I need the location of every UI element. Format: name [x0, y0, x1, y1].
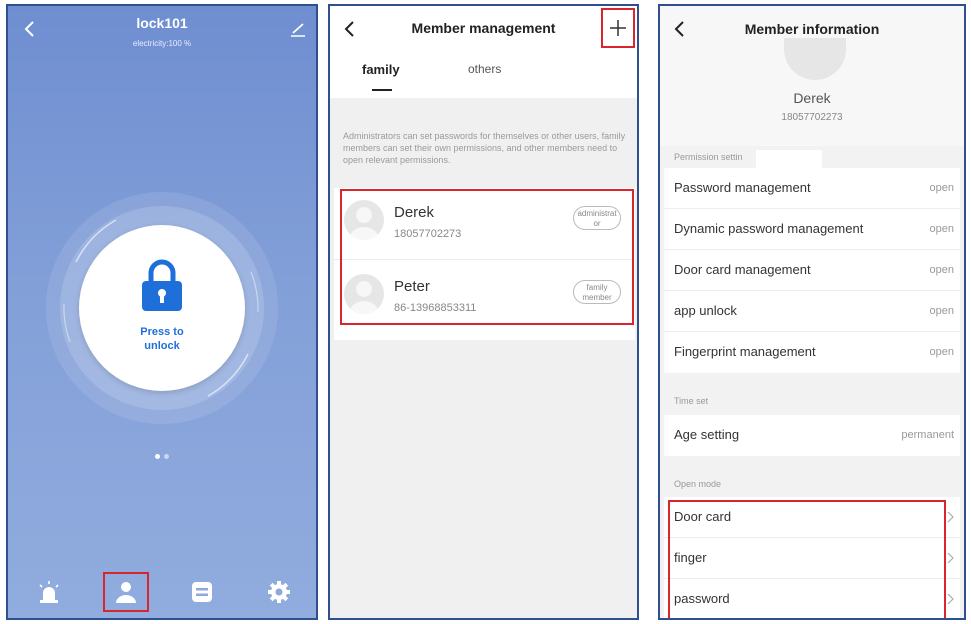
- permission-notice: Administrators can set passwords for the…: [343, 131, 626, 165]
- lock-home-screen: lock101 electricity:100 % Press to unloc…: [6, 4, 318, 620]
- chevron-right-icon: [947, 593, 954, 605]
- member-information-screen: Member information Derek 18057702273 Per…: [658, 4, 966, 620]
- open-mode-highlight-box: [668, 500, 946, 618]
- page-dot: [155, 454, 160, 459]
- row-label: Password management: [674, 180, 811, 195]
- press-to-unlock-label: Press to unlock: [140, 326, 184, 352]
- row-label: app unlock: [674, 303, 737, 318]
- permission-row-fingerprint[interactable]: Fingerprint management open: [664, 332, 960, 373]
- tab-family[interactable]: family: [362, 62, 400, 77]
- header: Member management family others: [330, 6, 637, 98]
- section-time-label: Time set: [674, 396, 709, 406]
- add-member-button[interactable]: [601, 8, 635, 48]
- permission-row-password[interactable]: Password management open: [664, 168, 960, 209]
- member-management-screen: Member management family others Administ…: [328, 4, 639, 620]
- label-overlay: [756, 150, 822, 168]
- page-title: Member information: [744, 21, 880, 37]
- row-label: Dynamic password management: [674, 221, 864, 236]
- row-value: open: [929, 182, 954, 194]
- row-label: Age setting: [674, 427, 740, 442]
- row-label: Door card management: [674, 262, 811, 277]
- records-icon: [192, 582, 212, 602]
- battery-status: electricity:100 %: [132, 39, 192, 48]
- tab-others[interactable]: others: [468, 62, 501, 76]
- chevron-right-icon: [947, 552, 954, 564]
- section-permission-label: Permission settin: [674, 152, 743, 162]
- nav-members[interactable]: [103, 572, 149, 612]
- member-name: Derek: [793, 90, 831, 106]
- bottom-nav: [8, 572, 316, 612]
- nav-alarm[interactable]: [26, 572, 72, 612]
- active-tab-indicator: [372, 89, 392, 91]
- user-icon: [116, 582, 136, 603]
- page-title: Member management: [411, 20, 556, 36]
- press-to-unlock-button[interactable]: Press to unlock: [79, 225, 245, 391]
- lock-icon: [142, 259, 182, 311]
- permission-row-app-unlock[interactable]: app unlock open: [664, 291, 960, 332]
- chevron-right-icon: [947, 511, 954, 523]
- alarm-icon: [39, 581, 59, 603]
- avatar[interactable]: [784, 38, 846, 80]
- lock-title: lock101: [136, 15, 188, 31]
- permission-row-door-card[interactable]: Door card management open: [664, 250, 960, 291]
- row-value: permanent: [901, 429, 954, 441]
- page-dot: [164, 454, 169, 459]
- section-open-mode-label: Open mode: [674, 479, 722, 489]
- nav-records[interactable]: [179, 572, 225, 612]
- plus-icon: [610, 20, 626, 36]
- time-list: Age setting permanent: [664, 415, 960, 456]
- age-setting-row[interactable]: Age setting permanent: [664, 415, 960, 456]
- row-value: open: [929, 264, 954, 276]
- member-phone: 18057702273: [781, 112, 843, 123]
- row-label: Fingerprint management: [674, 344, 816, 359]
- header: Member information Derek 18057702273: [660, 6, 964, 146]
- nav-settings[interactable]: [256, 572, 302, 612]
- row-value: open: [929, 223, 954, 235]
- row-value: open: [929, 305, 954, 317]
- permission-list: Password management open Dynamic passwor…: [664, 168, 960, 373]
- settings-icon: [268, 581, 290, 603]
- permission-row-dynamic-password[interactable]: Dynamic password management open: [664, 209, 960, 250]
- row-value: open: [929, 346, 954, 358]
- members-highlight-box: [340, 189, 634, 325]
- edit-icon[interactable]: [290, 21, 306, 37]
- page-indicator: [8, 446, 316, 464]
